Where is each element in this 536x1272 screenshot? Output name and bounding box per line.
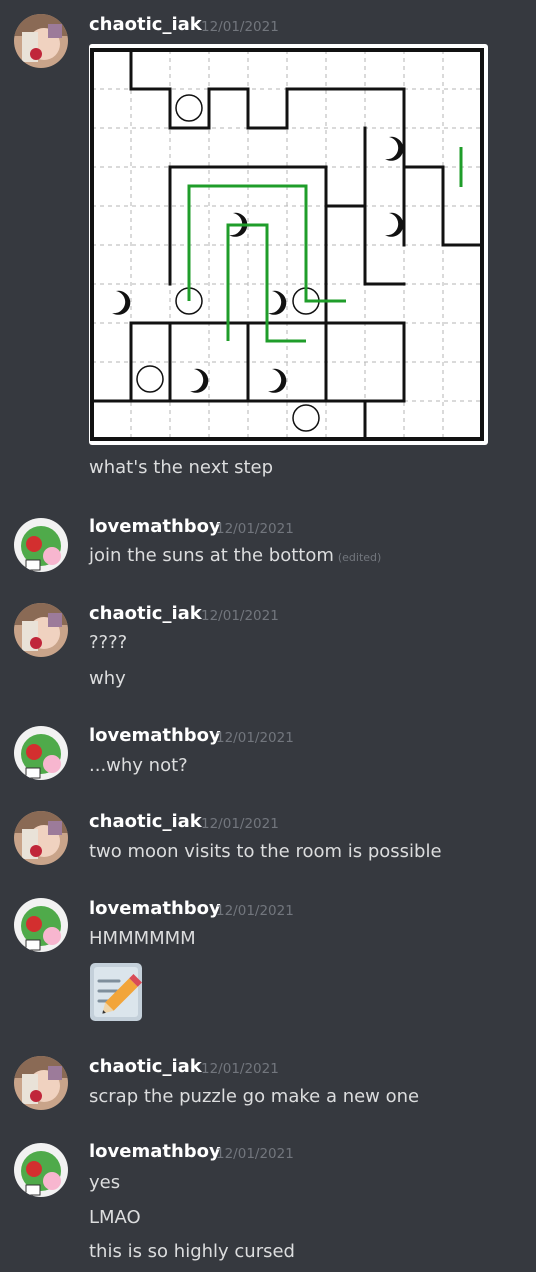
message-text: yes bbox=[89, 1172, 121, 1193]
message-text: two moon visits to the room is possible bbox=[89, 841, 442, 862]
puzzle-image[interactable] bbox=[89, 44, 488, 445]
timestamp: 12/01/2021 bbox=[201, 1061, 279, 1077]
message-text: what's the next step bbox=[89, 457, 274, 478]
message-text: why bbox=[89, 668, 126, 689]
message-text: join the suns at the bottom (edited) bbox=[89, 545, 381, 566]
timestamp: 12/01/2021 bbox=[201, 816, 279, 832]
message-text: this is so highly cursed bbox=[89, 1241, 295, 1262]
avatar[interactable] bbox=[14, 811, 68, 865]
message-text: ???? bbox=[89, 632, 128, 653]
username[interactable]: lovemathboy bbox=[89, 898, 221, 919]
avatar[interactable] bbox=[14, 1056, 68, 1110]
avatar[interactable] bbox=[14, 14, 68, 68]
memo-pencil-emoji[interactable] bbox=[89, 961, 145, 1023]
avatar[interactable] bbox=[14, 898, 68, 952]
username[interactable]: lovemathboy bbox=[89, 1141, 221, 1162]
username[interactable]: lovemathboy bbox=[89, 516, 221, 537]
avatar[interactable] bbox=[14, 726, 68, 780]
timestamp: 12/01/2021 bbox=[216, 521, 294, 537]
username[interactable]: chaotic_iak bbox=[89, 1056, 202, 1077]
username[interactable]: chaotic_iak bbox=[89, 14, 202, 35]
username[interactable]: chaotic_iak bbox=[89, 811, 202, 832]
avatar[interactable] bbox=[14, 1143, 68, 1197]
message-text: HMMMMMM bbox=[89, 928, 196, 949]
timestamp: 12/01/2021 bbox=[216, 730, 294, 746]
message-text: LMAO bbox=[89, 1207, 141, 1228]
avatar[interactable] bbox=[14, 603, 68, 657]
username[interactable]: chaotic_iak bbox=[89, 603, 202, 624]
message-text: scrap the puzzle go make a new one bbox=[89, 1086, 420, 1107]
timestamp: 12/01/2021 bbox=[216, 903, 294, 919]
timestamp: 12/01/2021 bbox=[201, 608, 279, 624]
message-text: ...why not? bbox=[89, 755, 188, 776]
timestamp: 12/01/2021 bbox=[201, 19, 279, 35]
avatar[interactable] bbox=[14, 518, 68, 572]
edited-label: (edited) bbox=[337, 551, 382, 564]
message-text-content: join the suns at the bottom bbox=[89, 545, 334, 566]
timestamp: 12/01/2021 bbox=[216, 1146, 294, 1162]
username[interactable]: lovemathboy bbox=[89, 725, 221, 746]
